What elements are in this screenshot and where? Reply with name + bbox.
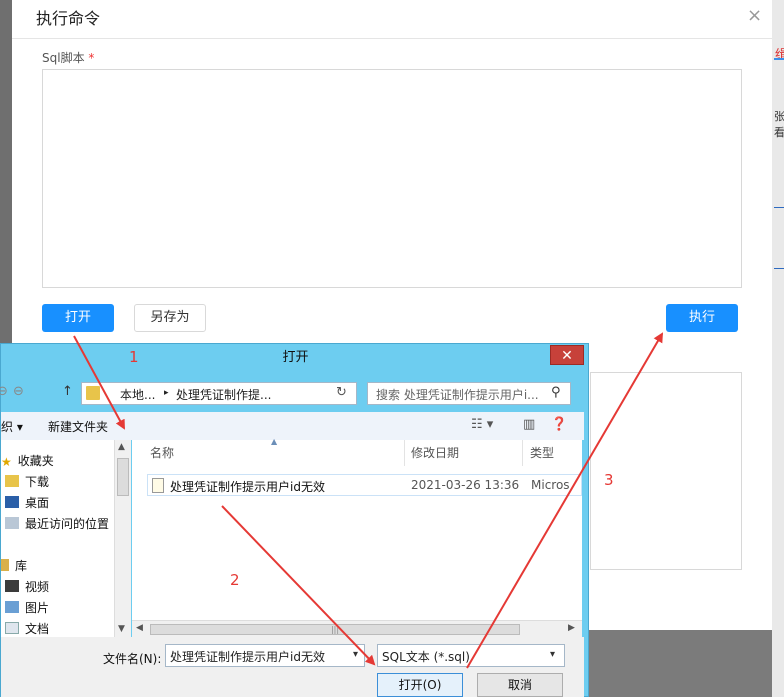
arrow-step-3 [466,332,664,669]
annotation-arrows [73,332,664,669]
arrow-step-1 [73,335,125,430]
arrow-step-2 [221,505,376,666]
